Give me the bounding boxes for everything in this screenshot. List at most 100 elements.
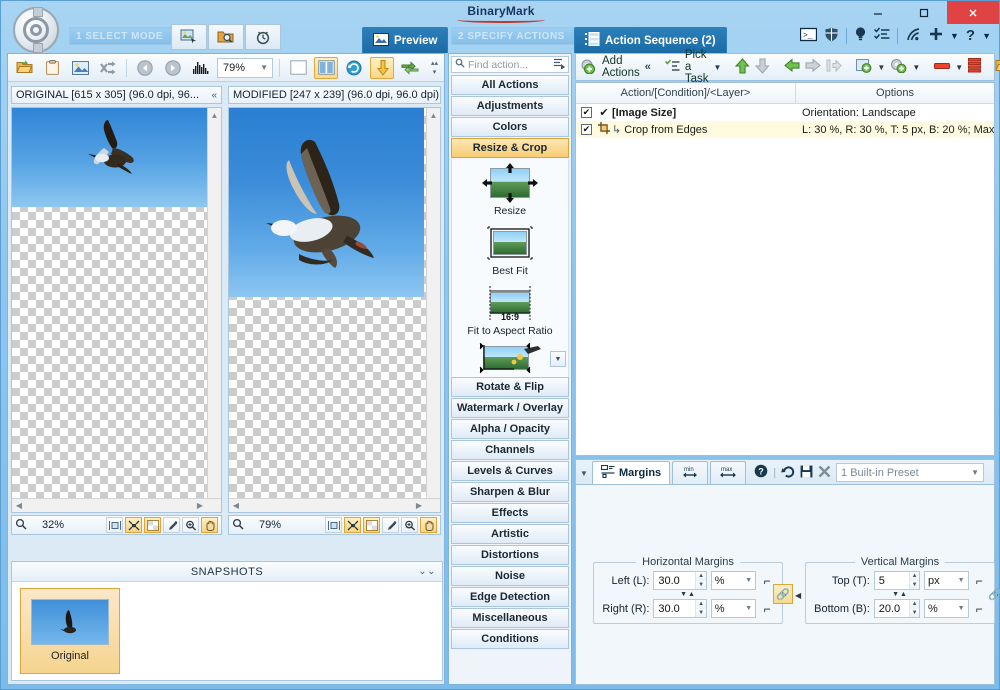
- right-margin-spin-arrows[interactable]: ▲▼: [695, 600, 705, 617]
- link-horizontal-button[interactable]: 🔗: [773, 584, 793, 604]
- original-canvas[interactable]: ▲ ▼ ◀ ▶: [11, 107, 222, 513]
- bottom-margin-unit-select[interactable]: % ▼: [924, 599, 969, 618]
- chevron-down-icon[interactable]: ▼: [745, 577, 752, 584]
- chevron-down-icon[interactable]: ▼: [745, 605, 752, 612]
- back-icon[interactable]: [133, 57, 157, 79]
- remove-icon[interactable]: [934, 60, 950, 75]
- clipboard-icon[interactable]: [40, 57, 64, 79]
- swap-values-icon[interactable]: ▼▲: [594, 591, 782, 598]
- preset-select[interactable]: 1 Built-in Preset ▼: [836, 463, 984, 482]
- corner-top-right-icon[interactable]: ⌐: [760, 572, 774, 589]
- zoom-tool-icon-2[interactable]: [401, 517, 418, 533]
- left-margin-unit-select[interactable]: % ▼: [711, 571, 757, 590]
- row-checkbox[interactable]: ✔: [581, 124, 592, 135]
- actual-size-icon-2[interactable]: [363, 517, 380, 533]
- action-resize[interactable]: Resize: [452, 163, 568, 217]
- shuffle-icon[interactable]: [96, 57, 120, 79]
- left-margin-spin-arrows[interactable]: ▲▼: [695, 572, 705, 589]
- fit-image-icon[interactable]: [125, 517, 142, 533]
- move-left-icon[interactable]: [784, 58, 800, 76]
- fit-selection-icon-2[interactable]: [325, 517, 342, 533]
- close-button[interactable]: [947, 1, 999, 24]
- corner-bottom-right-icon-2[interactable]: ⌐: [973, 600, 986, 617]
- single-view-icon[interactable]: [286, 57, 310, 79]
- add-action-icon[interactable]: [856, 58, 872, 76]
- left-margin-spinner[interactable]: ▲▼: [653, 571, 706, 590]
- original-vertical-scrollbar[interactable]: ▲ ▼: [207, 108, 221, 512]
- corner-bottom-right-icon[interactable]: ⌐: [760, 600, 774, 617]
- category-artistic[interactable]: Artistic: [451, 524, 569, 544]
- collapse-icon[interactable]: «: [211, 90, 217, 101]
- pan-tool-icon[interactable]: [201, 517, 218, 533]
- chevron-down-icon[interactable]: ▼: [260, 63, 268, 72]
- actual-size-icon[interactable]: [144, 517, 161, 533]
- category-colors[interactable]: Colors: [451, 117, 569, 137]
- open-sequence-icon[interactable]: [995, 58, 1000, 76]
- right-margin-input[interactable]: [654, 600, 695, 617]
- app-logo-gear-icon[interactable]: [13, 7, 59, 53]
- action-best-fit[interactable]: Best Fit: [452, 223, 568, 277]
- category-channels[interactable]: Channels: [451, 440, 569, 460]
- swap-values-icon-2[interactable]: ▼▲: [806, 591, 994, 598]
- scroll-left-icon-2[interactable]: ◀: [229, 501, 243, 510]
- plus-icon[interactable]: [929, 27, 943, 44]
- timer-icon[interactable]: [245, 24, 281, 50]
- category-miscellaneous[interactable]: Miscellaneous: [451, 608, 569, 628]
- collapse-panel-icon[interactable]: «: [645, 61, 651, 73]
- tab-max[interactable]: max: [710, 461, 746, 484]
- chevron-down-icon[interactable]: ▼: [958, 577, 965, 584]
- category-levels-curves[interactable]: Levels & Curves: [451, 461, 569, 481]
- snapshot-item[interactable]: Original: [20, 588, 120, 674]
- link-vertical-button[interactable]: 🔗: [985, 584, 1000, 604]
- table-row[interactable]: ✔ ↳ Crop from Edges L: 30 %, R: 30 %, T:…: [576, 121, 994, 138]
- swap-icon[interactable]: [398, 57, 422, 79]
- scroll-right-icon[interactable]: ▶: [193, 501, 207, 510]
- modified-horizontal-scrollbar[interactable]: ◀ ▶: [229, 498, 440, 512]
- filter-list-icon[interactable]: [553, 57, 565, 72]
- fit-image-icon-2[interactable]: [344, 517, 361, 533]
- add-condition-dropdown-icon[interactable]: ▼: [912, 63, 920, 72]
- fit-selection-icon[interactable]: [106, 517, 123, 533]
- move-right-icon[interactable]: [805, 58, 821, 76]
- chevron-double-down-icon[interactable]: ⌄⌄: [418, 566, 436, 577]
- list-icon[interactable]: [968, 58, 981, 76]
- top-margin-spinner[interactable]: ▲▼: [874, 571, 920, 590]
- split-view-icon[interactable]: [314, 57, 338, 79]
- shield-icon[interactable]: [824, 27, 839, 45]
- category-edge-detection[interactable]: Edge Detection: [451, 587, 569, 607]
- eyedropper-icon[interactable]: [163, 517, 180, 533]
- remove-dropdown-icon[interactable]: ▼: [955, 63, 963, 72]
- category-all-actions[interactable]: All Actions: [451, 75, 569, 95]
- wifi-icon[interactable]: [905, 27, 922, 45]
- bottom-margin-spinner[interactable]: ▲▼: [874, 599, 920, 618]
- category-effects[interactable]: Effects: [451, 503, 569, 523]
- toolbar-overflow[interactable]: ▴▴▾: [431, 59, 440, 76]
- corner-top-right-icon-2[interactable]: ⌐: [973, 572, 986, 589]
- apply-icon[interactable]: [370, 57, 394, 79]
- table-row[interactable]: ✔ ✔ [Image Size] Orientation: Landscape: [576, 104, 994, 121]
- move-up-icon[interactable]: [735, 58, 750, 77]
- category-adjustments[interactable]: Adjustments: [451, 96, 569, 116]
- help-icon[interactable]: ?: [966, 27, 975, 44]
- category-rotate-flip[interactable]: Rotate & Flip: [451, 377, 569, 397]
- right-margin-spinner[interactable]: ▲▼: [653, 599, 706, 618]
- folder-search-icon[interactable]: [208, 24, 244, 50]
- add-action-dropdown-icon[interactable]: ▼: [877, 63, 885, 72]
- category-distortions[interactable]: Distortions: [451, 545, 569, 565]
- move-down-icon[interactable]: [755, 58, 770, 77]
- top-margin-unit-select[interactable]: px ▼: [924, 571, 969, 590]
- add-actions-icon[interactable]: [580, 58, 597, 77]
- top-margin-input[interactable]: [875, 572, 909, 589]
- scroll-left-icon[interactable]: ◀: [12, 501, 26, 510]
- panel-splitter-handle[interactable]: ◀: [795, 591, 801, 600]
- add-condition-icon[interactable]: [890, 58, 907, 76]
- action-fit-aspect-ratio[interactable]: 16:9 Fit to Aspect Ratio: [452, 283, 568, 337]
- zoom-combo[interactable]: 79% ▼: [217, 58, 273, 78]
- open-folder-icon[interactable]: [12, 57, 36, 79]
- forward-icon[interactable]: [161, 57, 185, 79]
- histogram-icon[interactable]: [189, 57, 213, 79]
- category-conditions[interactable]: Conditions: [451, 629, 569, 649]
- minimize-button[interactable]: [855, 1, 901, 24]
- plus-dropdown-icon[interactable]: ▼: [950, 31, 959, 41]
- refresh-icon[interactable]: [342, 57, 366, 79]
